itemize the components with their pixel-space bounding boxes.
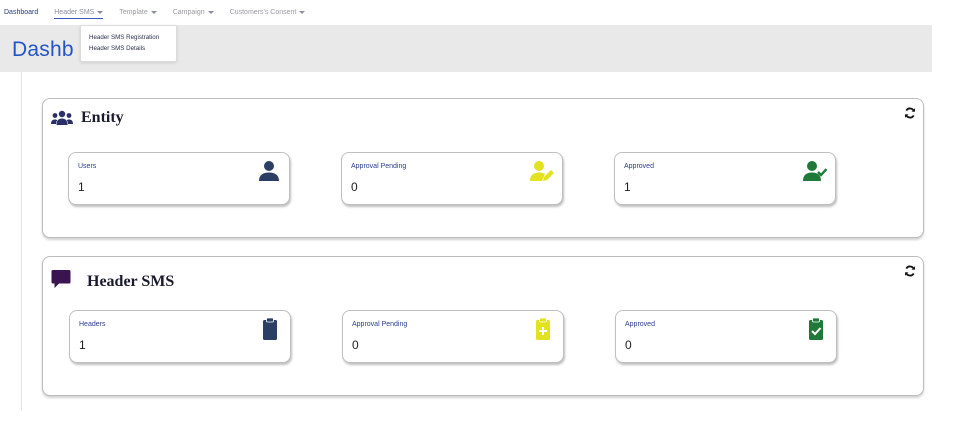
header-approval-pending-value: 0	[352, 338, 359, 352]
nav-customers-consent[interactable]: Customers's Consent	[230, 9, 306, 16]
approved-value: 1	[624, 180, 631, 194]
dropdown-item-registration[interactable]: Header SMS Registration	[81, 32, 176, 43]
nav-dashboard[interactable]: Dashboard	[4, 9, 38, 16]
entity-title: Entity	[81, 109, 124, 126]
nav-consent-label: Customers's Consent	[229, 9, 297, 16]
headers-label: Headers	[79, 321, 106, 328]
clipboard-icon	[263, 317, 277, 340]
user-edit-icon	[530, 161, 554, 181]
nav-header-sms-label: Header SMS	[54, 9, 95, 16]
message-icon	[51, 270, 71, 288]
header-approved-card[interactable]: Approved 0	[615, 310, 837, 363]
header-approved-label: Approved	[625, 321, 655, 328]
entity-approval-pending-card[interactable]: Approval Pending 0	[341, 152, 563, 205]
header-sms-title: Header SMS	[87, 273, 175, 290]
clipboard-check-icon	[809, 317, 823, 340]
chevron-down-icon	[97, 11, 104, 14]
headers-card[interactable]: Headers 1	[69, 310, 291, 363]
refresh-icon[interactable]	[904, 265, 916, 277]
users-card[interactable]: Users 1	[68, 152, 290, 205]
header-sms-dropdown: Header SMS Registration Header SMS Detai…	[80, 25, 177, 62]
header-approval-pending-label: Approval Pending	[352, 321, 408, 328]
entity-approved-card[interactable]: Approved 1	[614, 152, 836, 205]
chevron-down-icon	[150, 11, 157, 14]
chevron-down-icon	[299, 11, 306, 14]
header-sms-section: Header SMS Headers 1 Approval Pending 0 …	[42, 256, 924, 396]
chevron-down-icon	[207, 11, 214, 14]
users-label: Users	[78, 163, 97, 170]
user-icon	[259, 161, 279, 181]
nav-template[interactable]: Template	[119, 9, 157, 16]
users-value: 1	[78, 180, 85, 194]
dropdown-item-details[interactable]: Header SMS Details	[81, 43, 176, 54]
divider	[21, 72, 22, 410]
header-approval-pending-card[interactable]: Approval Pending 0	[342, 310, 564, 363]
approved-label: Approved	[624, 163, 654, 170]
refresh-icon[interactable]	[904, 107, 916, 119]
approval-pending-label: Approval Pending	[351, 163, 407, 170]
clipboard-plus-icon	[536, 317, 550, 340]
user-check-icon	[803, 161, 827, 181]
approval-pending-value: 0	[351, 180, 358, 194]
header-approved-value: 0	[625, 338, 632, 352]
nav-campaign-label: Campaign	[172, 9, 205, 16]
top-nav: Dashboard Header SMS Template Campaign C…	[0, 0, 932, 25]
nav-campaign[interactable]: Campaign	[173, 9, 214, 16]
page-title: Dashb	[12, 38, 74, 61]
headers-value: 1	[79, 338, 86, 352]
entity-section: Entity Users 1 Approval Pending 0 Approv…	[42, 98, 924, 238]
nav-header-sms[interactable]: Header SMS	[54, 9, 104, 19]
header-sms-section-header: Header SMS	[51, 267, 174, 291]
users-group-icon	[51, 110, 73, 125]
nav-template-label: Template	[119, 9, 148, 16]
entity-section-header: Entity	[51, 109, 124, 127]
